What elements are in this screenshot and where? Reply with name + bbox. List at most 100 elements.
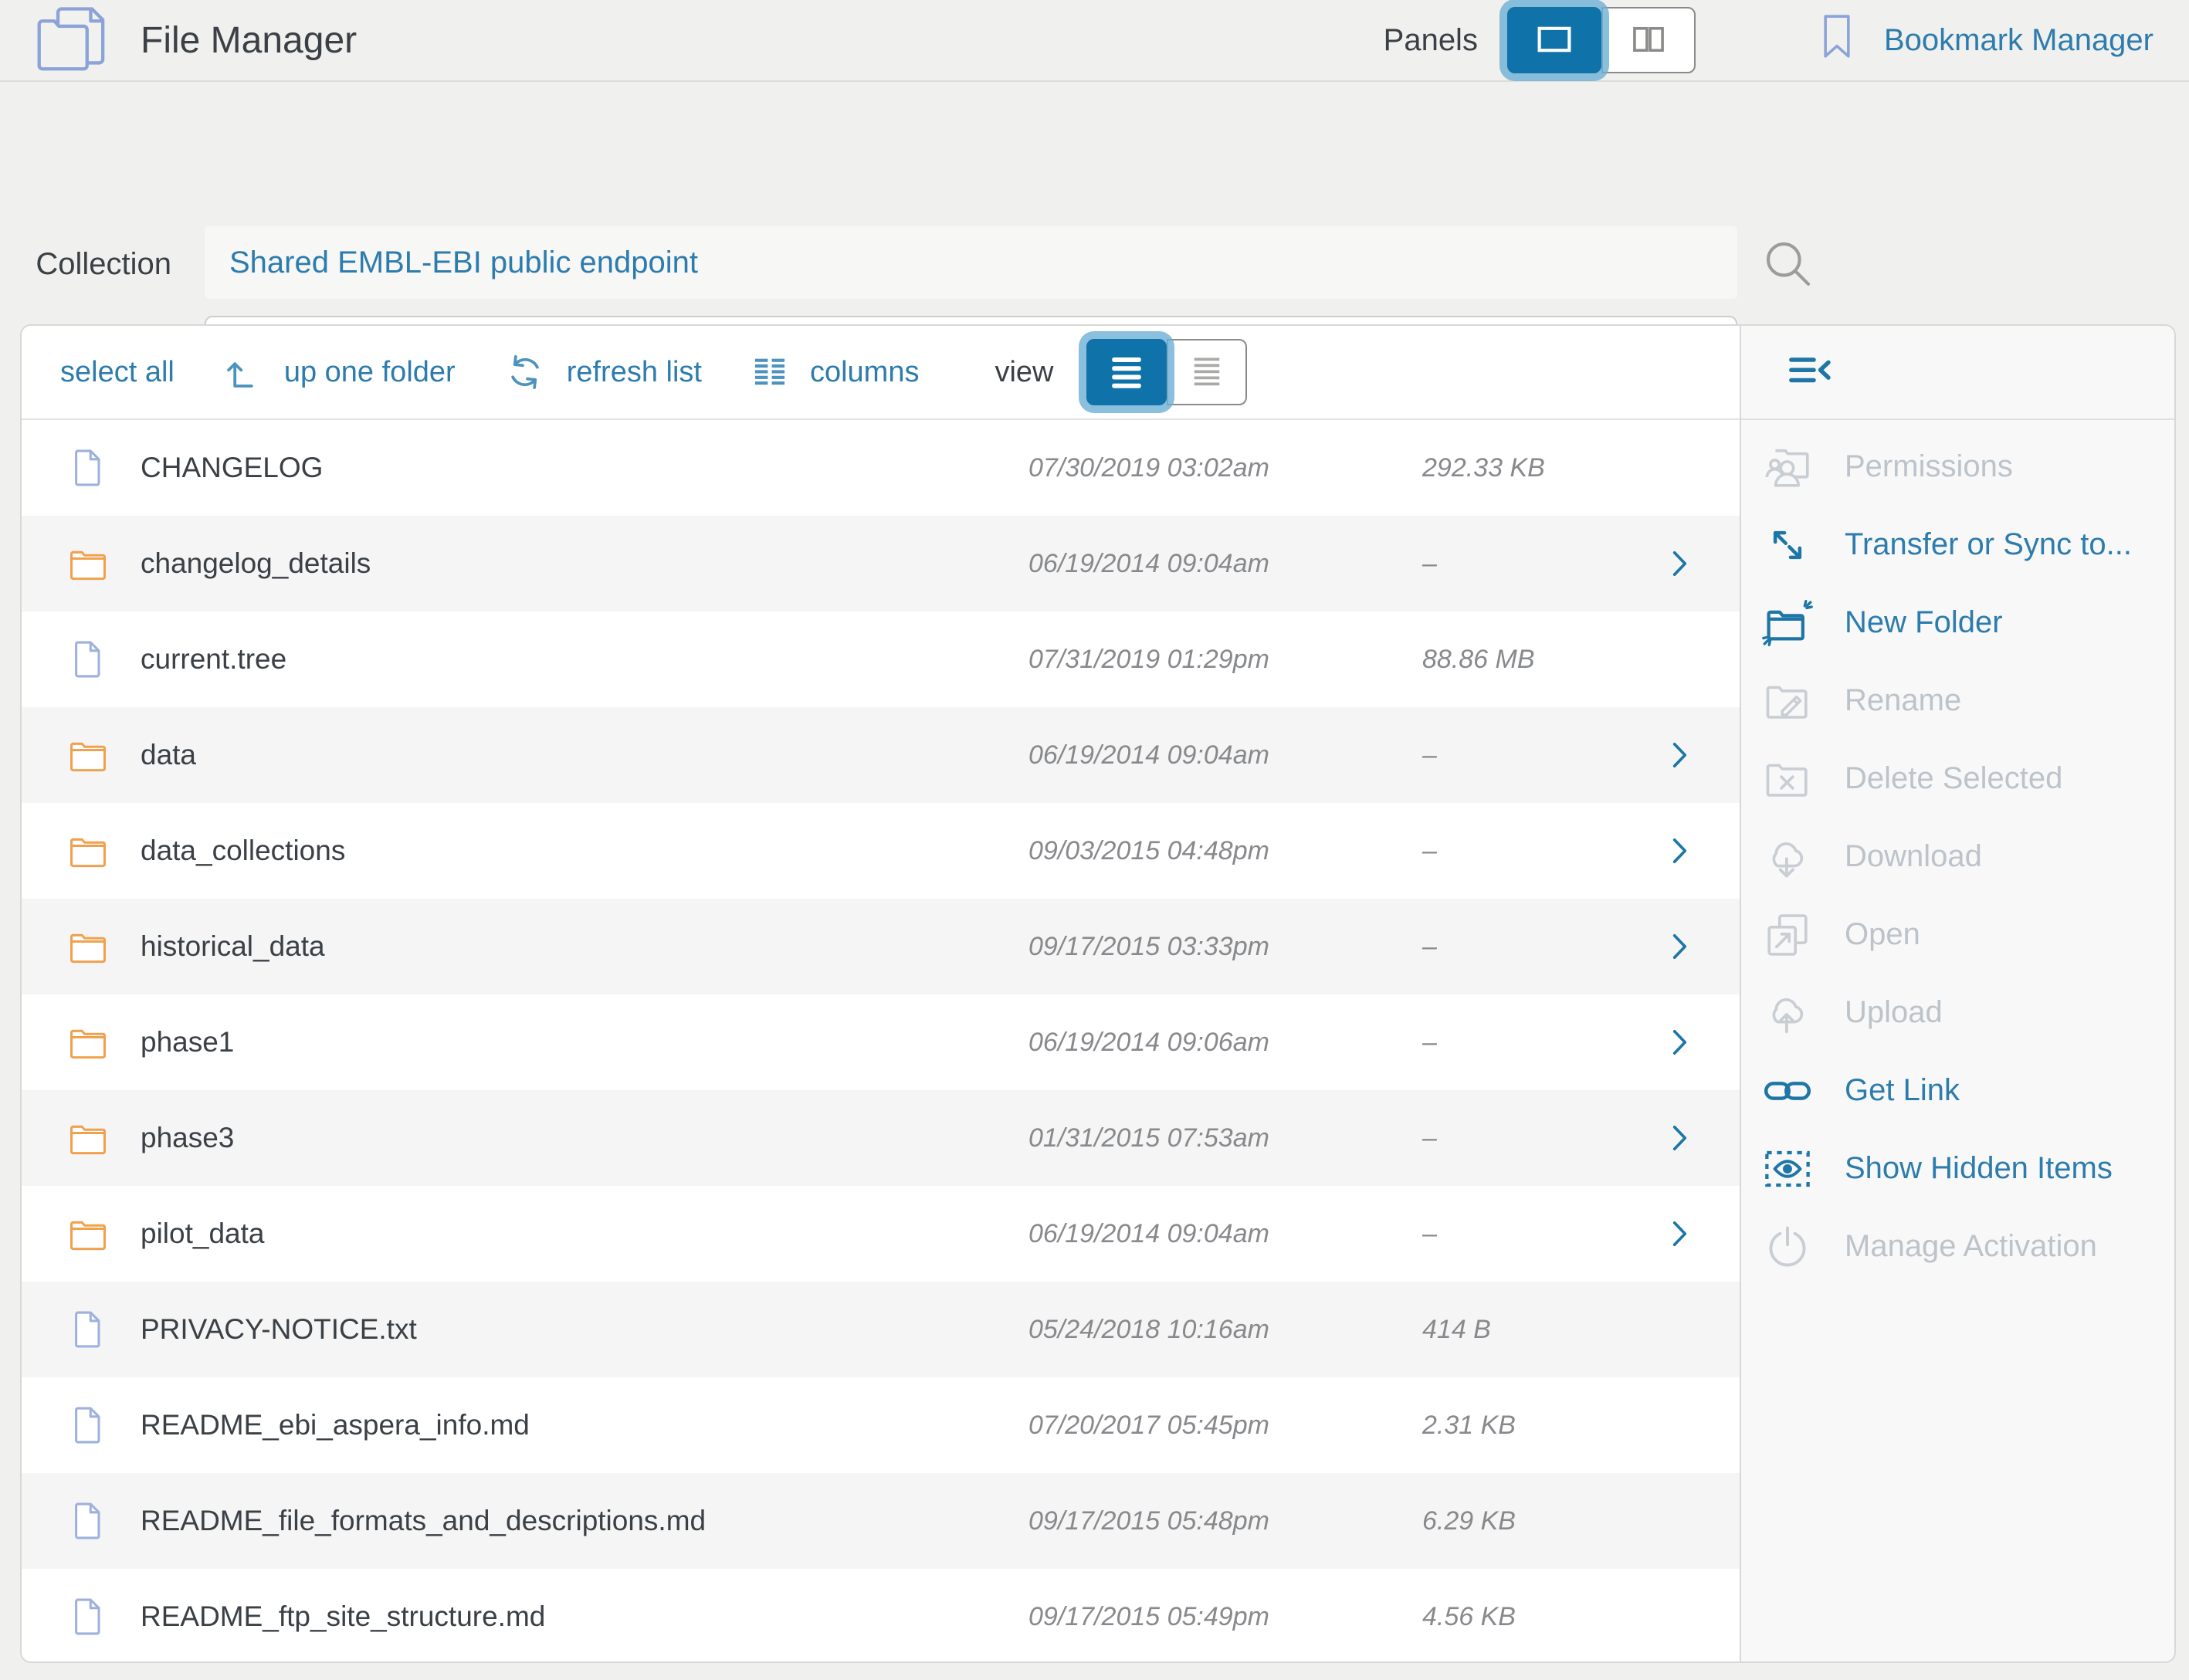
- file-name[interactable]: changelog_details: [141, 547, 371, 580]
- file-name[interactable]: README_ftp_site_structure.md: [141, 1600, 545, 1633]
- chevron-right-icon[interactable]: [1662, 546, 1697, 581]
- file-name[interactable]: historical_data: [141, 930, 325, 963]
- view-list-button[interactable]: [1086, 339, 1167, 405]
- upload-icon: [1761, 987, 1814, 1039]
- action-label: Upload: [1845, 995, 1943, 1030]
- action-label: Manage Activation: [1845, 1229, 2097, 1264]
- action-manage-activation: Manage Activation: [1741, 1208, 2174, 1285]
- action-label: Open: [1845, 917, 1920, 952]
- endpoint-fields: Collection Shared EMBL-EBI public endpoi…: [0, 82, 2189, 324]
- file-row[interactable]: README_file_formats_and_descriptions.md …: [22, 1473, 1740, 1569]
- search-icon: [1759, 284, 1818, 296]
- file-icon: [66, 446, 110, 489]
- collapse-sidebar-icon: [1786, 388, 1837, 400]
- download-icon: [1761, 831, 1814, 883]
- columns-button[interactable]: columns: [750, 352, 920, 392]
- file-last-modified: 01/31/2015 07:53am: [1028, 1123, 1269, 1153]
- file-row[interactable]: README_ebi_aspera_info.md 07/20/2017 05:…: [22, 1377, 1740, 1473]
- file-name[interactable]: phase3: [141, 1122, 234, 1154]
- folder-icon: [66, 829, 110, 872]
- bookmark-manager-link[interactable]: Bookmark Manager: [1811, 4, 2153, 76]
- up-one-folder-icon: [222, 351, 264, 393]
- file-last-modified: 07/31/2019 01:29pm: [1028, 645, 1269, 675]
- action-get-link[interactable]: Get Link: [1741, 1052, 2174, 1130]
- file-name[interactable]: pilot_data: [141, 1218, 264, 1250]
- view-condensed-button[interactable]: [1167, 339, 1247, 405]
- panels-single-button[interactable]: [1507, 7, 1601, 73]
- collection-input[interactable]: Shared EMBL-EBI public endpoint: [205, 226, 1737, 299]
- file-row[interactable]: PRIVACY-NOTICE.txt 05/24/2018 10:16am 41…: [22, 1282, 1740, 1377]
- file-last-modified: 05/24/2018 10:16am: [1028, 1315, 1269, 1345]
- file-last-modified: 06/19/2014 09:06am: [1028, 1028, 1269, 1058]
- search-button[interactable]: [1759, 235, 1818, 293]
- file-last-modified: 07/20/2017 05:45pm: [1028, 1411, 1269, 1441]
- file-row[interactable]: phase3 01/31/2015 07:53am –: [22, 1090, 1740, 1186]
- select-all-button[interactable]: select all: [60, 356, 175, 389]
- action-label: Download: [1845, 839, 1982, 874]
- file-size: 88.86 MB: [1422, 645, 1535, 675]
- file-size: 292.33 KB: [1422, 453, 1545, 483]
- action-show-hidden-items[interactable]: Show Hidden Items: [1741, 1130, 2174, 1208]
- file-browser: select all up one folder refresh list: [22, 326, 1741, 1661]
- show-hidden-icon: [1761, 1143, 1814, 1195]
- app-header-right: Panels Bookmark Manager: [1384, 4, 2153, 76]
- file-name[interactable]: phase1: [141, 1026, 234, 1058]
- file-row[interactable]: historical_data 09/17/2015 03:33pm –: [22, 899, 1740, 994]
- chevron-right-icon[interactable]: [1662, 1216, 1697, 1252]
- file-name[interactable]: PRIVACY-NOTICE.txt: [141, 1313, 417, 1346]
- file-row[interactable]: README_ftp_site_structure.md 09/17/2015 …: [22, 1569, 1740, 1663]
- file-row[interactable]: CHANGELOG 07/30/2019 03:02am 292.33 KB: [22, 420, 1740, 516]
- up-one-folder-button[interactable]: up one folder: [222, 351, 456, 393]
- file-name[interactable]: data: [141, 739, 196, 771]
- file-name[interactable]: CHANGELOG: [141, 452, 323, 484]
- action-new-folder[interactable]: New Folder: [1741, 584, 2174, 662]
- file-row[interactable]: pilot_data 06/19/2014 09:04am –: [22, 1186, 1740, 1282]
- manage-activation-icon: [1761, 1221, 1814, 1273]
- permissions-icon: [1761, 441, 1814, 493]
- file-last-modified: 09/17/2015 05:48pm: [1028, 1506, 1269, 1536]
- file-last-modified: 06/19/2014 09:04am: [1028, 740, 1269, 771]
- folder-icon: [66, 1116, 110, 1160]
- refresh-list-label: refresh list: [567, 356, 702, 389]
- chevron-right-icon[interactable]: [1662, 1025, 1697, 1060]
- actions-sidebar-header: [1741, 326, 2174, 420]
- action-label: Transfer or Sync to...: [1845, 527, 2132, 562]
- file-row[interactable]: data 06/19/2014 09:04am –: [22, 707, 1740, 803]
- app-header-left: File Manager: [36, 5, 357, 76]
- file-name[interactable]: data_collections: [141, 835, 345, 867]
- file-size: –: [1422, 740, 1437, 771]
- rename-icon: [1761, 675, 1814, 727]
- collection-value: Shared EMBL-EBI public endpoint: [229, 246, 698, 280]
- panels-toggle: [1507, 7, 1696, 73]
- file-row[interactable]: changelog_details 06/19/2014 09:04am –: [22, 516, 1740, 611]
- file-row[interactable]: phase1 06/19/2014 09:06am –: [22, 994, 1740, 1090]
- chevron-right-icon[interactable]: [1662, 929, 1697, 964]
- action-label: Rename: [1845, 683, 1961, 718]
- file-name[interactable]: README_ebi_aspera_info.md: [141, 1409, 530, 1441]
- chevron-right-icon[interactable]: [1662, 833, 1697, 869]
- file-icon: [66, 1499, 110, 1543]
- collapse-sidebar-button[interactable]: [1786, 347, 1837, 398]
- file-name[interactable]: current.tree: [141, 643, 286, 676]
- chevron-right-icon[interactable]: [1662, 1120, 1697, 1156]
- action-label: Delete Selected: [1845, 761, 2062, 796]
- file-last-modified: 06/19/2014 09:04am: [1028, 1219, 1269, 1249]
- action-download: Download: [1741, 818, 2174, 896]
- panels-dual-button[interactable]: [1601, 7, 1696, 73]
- action-delete-selected: Delete Selected: [1741, 740, 2174, 818]
- file-row[interactable]: current.tree 07/31/2019 01:29pm 88.86 MB: [22, 611, 1740, 707]
- action-permissions: Permissions: [1741, 428, 2174, 506]
- refresh-list-button[interactable]: refresh list: [503, 351, 702, 394]
- list-view-icon: [1103, 348, 1150, 397]
- page-title: File Manager: [141, 19, 357, 62]
- columns-label: columns: [810, 356, 920, 389]
- dual-panel-icon: [1625, 15, 1672, 66]
- folder-icon: [66, 1212, 110, 1255]
- open-icon: [1761, 909, 1814, 961]
- bookmark-ribbon-icon: [1811, 4, 1862, 76]
- file-row[interactable]: data_collections 09/03/2015 04:48pm –: [22, 803, 1740, 899]
- file-size: –: [1422, 549, 1437, 579]
- file-name[interactable]: README_file_formats_and_descriptions.md: [141, 1505, 706, 1537]
- chevron-right-icon[interactable]: [1662, 737, 1697, 773]
- action-transfer-or-sync-to[interactable]: Transfer or Sync to...: [1741, 506, 2174, 584]
